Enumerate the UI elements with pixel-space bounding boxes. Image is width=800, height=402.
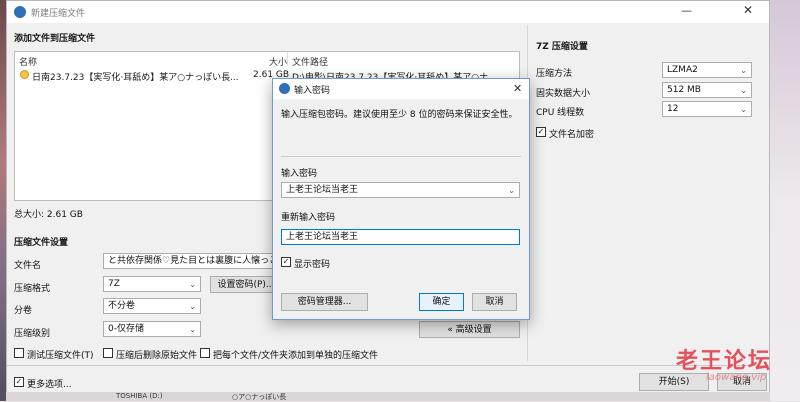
threads-value: 12 — [667, 104, 679, 114]
close-icon[interactable]: ✕ — [743, 3, 753, 17]
dialog-cancel-button[interactable]: 取消 — [472, 293, 517, 311]
threads-label: CPU 线程数 — [536, 108, 585, 118]
reenter-password-field[interactable]: 上老王论坛当老王 — [281, 229, 520, 245]
file-type-icon — [20, 70, 29, 79]
watermark-text: 老王论坛 — [676, 349, 773, 374]
separate-archives-checkbox[interactable] — [200, 348, 210, 358]
method-label: 压缩方法 — [536, 69, 573, 79]
app-logo-icon — [14, 6, 26, 18]
filename-label: 文件名 — [14, 261, 42, 271]
solid-size-label: 固实数据大小 — [536, 89, 591, 99]
chevron-down-icon: ⌄ — [740, 66, 747, 75]
solid-size-select[interactable]: 512 MB ⌄ — [662, 82, 752, 98]
threads-select[interactable]: 12 ⌄ — [662, 101, 752, 117]
window-title: 新建压缩文件 — [31, 9, 86, 19]
reenter-password-value: 上老王论坛当老王 — [286, 232, 359, 242]
compress-settings-heading: 压缩文件设置 — [14, 238, 69, 248]
level-value: 0-仅存储 — [108, 324, 144, 334]
chevron-down-icon: ⌄ — [740, 86, 747, 95]
column-header-path[interactable]: 文件路径 — [292, 55, 328, 68]
more-options-label: 更多选项... — [27, 380, 72, 390]
start-button[interactable]: 开始(S) — [639, 373, 709, 391]
encrypt-filenames-label: 文件名加密 — [549, 130, 595, 140]
filename-input[interactable]: と共依存関係♡見た目とは裏腹に人懐っこく♡ス — [103, 253, 283, 269]
separate-archives-label: 把每个文件/文件夹添加到单独的压缩文件 — [213, 351, 379, 361]
chevron-down-icon: ⌄ — [189, 325, 196, 334]
test-archive-checkbox[interactable] — [14, 348, 24, 358]
format-value: 7Z — [108, 279, 120, 289]
method-value: LZMA2 — [667, 65, 698, 75]
advanced-settings-button[interactable]: « 高级设置 — [419, 321, 520, 338]
show-password-label: 显示密码 — [294, 260, 331, 270]
level-select[interactable]: 0-仅存储 ⌄ — [103, 321, 201, 337]
dialog-hint: 输入压缩包密码。建议使用至少 8 位的密码来保证安全性。 — [281, 110, 518, 120]
row-name: 日南23.7.23【実写化·耳舐め】某ア○ナっぽい長... — [32, 73, 239, 83]
reenter-password-label: 重新输入密码 — [281, 213, 336, 223]
enter-password-value: 上老王论坛当老王 — [286, 185, 359, 195]
show-password-checkbox[interactable]: ✓ — [281, 257, 291, 267]
test-archive-label: 测试压缩文件(T) — [27, 351, 94, 361]
taskbar-strip: TOSHIBA (D:) ○ア○ナっぽい長 — [6, 392, 770, 401]
format-select[interactable]: 7Z ⌄ — [103, 276, 201, 292]
desktop-background-right — [770, 0, 800, 401]
chevron-down-icon: ⌄ — [740, 105, 747, 114]
split-label: 分卷 — [14, 306, 33, 316]
app-logo-icon — [279, 83, 290, 94]
split-select[interactable]: 不分卷 ⌄ — [103, 298, 201, 314]
7z-settings-panel: 7Z 压缩设置 压缩方法 LZMA2 ⌄ 固实数据大小 512 MB ⌄ CPU… — [527, 25, 769, 361]
ok-button[interactable]: 确定 — [419, 293, 464, 311]
enter-password-field[interactable]: 上老王论坛当老王 ⌄ — [281, 182, 520, 198]
title-bar: 新建压缩文件 — ✕ — [7, 1, 769, 23]
add-files-heading: 添加文件到压缩文件 — [14, 34, 96, 44]
split-value: 不分卷 — [108, 301, 136, 311]
close-icon[interactable]: ✕ — [513, 82, 522, 95]
format-label: 压缩格式 — [14, 284, 51, 294]
7z-settings-heading: 7Z 压缩设置 — [536, 42, 588, 52]
chevron-down-icon: ⌄ — [189, 280, 196, 289]
column-header-size[interactable]: 大小 — [269, 55, 287, 68]
bottom-divider — [7, 365, 769, 366]
dialog-divider — [281, 156, 521, 157]
minimize-icon[interactable]: — — [681, 4, 692, 17]
dialog-title-bar: 输入密码 ✕ — [273, 79, 529, 99]
encrypt-filenames-checkbox[interactable]: ✓ — [536, 127, 546, 137]
method-select[interactable]: LZMA2 ⌄ — [662, 62, 752, 78]
password-manager-button[interactable]: 密码管理器... — [281, 293, 368, 311]
dialog-title: 输入密码 — [294, 86, 331, 96]
filename-value: と共依存関係♡見た目とは裏腹に人懐っこく♡ス — [108, 256, 282, 266]
chevron-down-icon: ⌄ — [189, 302, 196, 311]
enter-password-label: 输入密码 — [281, 169, 318, 179]
watermark-url: laowang.vip — [706, 372, 767, 383]
delete-source-label: 压缩后删除原始文件 — [116, 351, 198, 361]
taskbar-item-drive[interactable]: TOSHIBA (D:) — [116, 392, 163, 400]
column-divider — [287, 52, 288, 66]
level-label: 压缩级别 — [14, 329, 51, 339]
total-size: 总大小: 2.61 GB — [14, 210, 83, 220]
chevron-down-icon: ⌄ — [508, 186, 515, 195]
solid-size-value: 512 MB — [667, 85, 701, 95]
column-header-name[interactable]: 名称 — [19, 55, 37, 68]
delete-source-checkbox[interactable] — [103, 348, 113, 358]
more-options-checkbox[interactable]: ✓ — [14, 377, 24, 387]
password-dialog: 输入密码 ✕ 输入压缩包密码。建议使用至少 8 位的密码来保证安全性。 输入密码… — [272, 78, 530, 320]
